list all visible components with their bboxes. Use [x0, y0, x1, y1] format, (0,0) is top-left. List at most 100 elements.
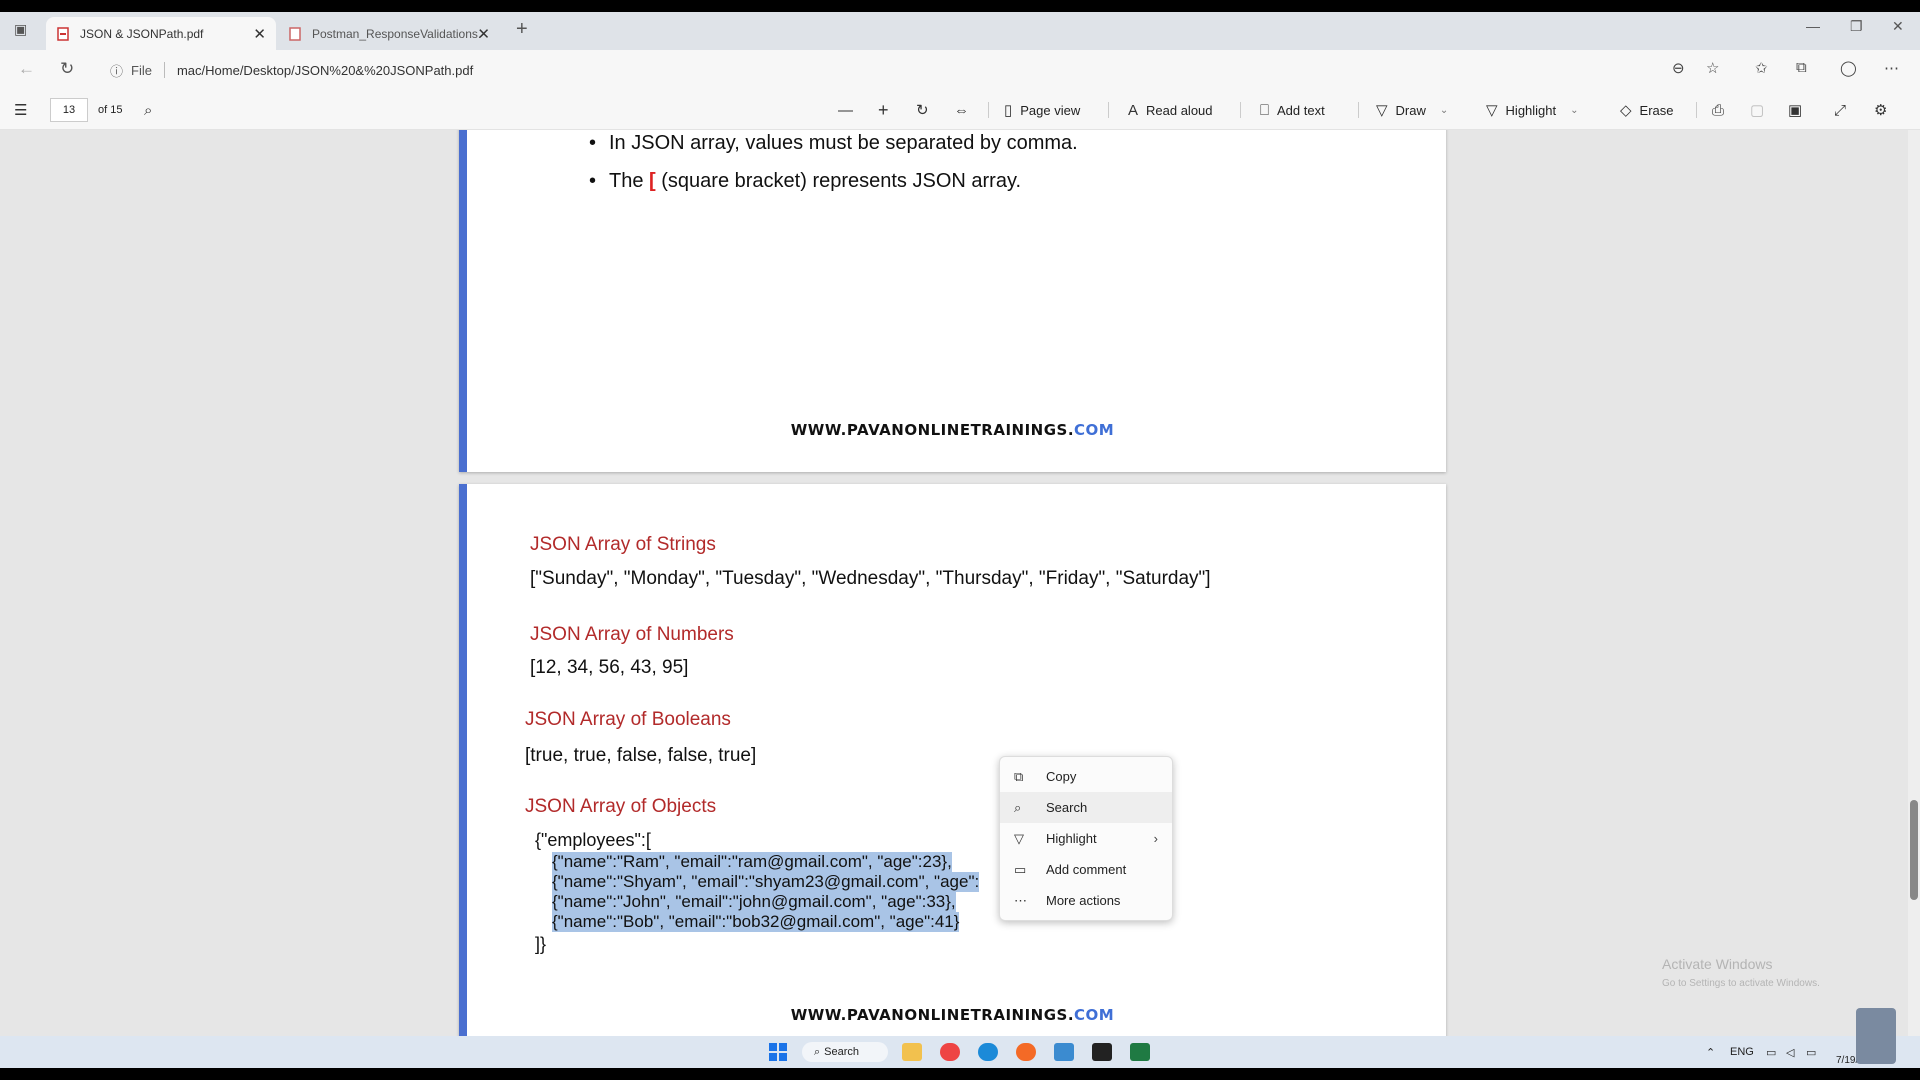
collections-icon[interactable]: ⧉: [1796, 59, 1807, 76]
scrollbar-thumb[interactable]: [1910, 800, 1918, 900]
new-tab-icon[interactable]: +: [516, 18, 528, 41]
close-icon[interactable]: ✕: [253, 25, 266, 43]
url-field[interactable]: ⓘ File mac/Home/Desktop/JSON%20&%20JSONP…: [110, 56, 1660, 84]
footer-url: WWW.PAVANONLINETRAININGS.COM: [790, 421, 1115, 439]
more-icon[interactable]: ⋯: [1884, 59, 1899, 77]
rotate-icon[interactable]: ↻: [916, 90, 937, 130]
highlight-icon: ▽: [1486, 102, 1498, 119]
edge-icon[interactable]: [978, 1042, 998, 1062]
refresh-icon[interactable]: ↻: [60, 59, 74, 79]
pdf-viewer: • In JSON array, values must be separated…: [0, 130, 1920, 1036]
language-indicator[interactable]: ENG: [1730, 1042, 1754, 1062]
heading-objects: JSON Array of Objects: [525, 796, 717, 817]
close-window-icon[interactable]: ✕: [1892, 18, 1904, 35]
save-as-icon[interactable]: ▣: [1788, 90, 1810, 130]
close-icon[interactable]: ✕: [477, 25, 490, 43]
objects-open: {"employees":[: [535, 830, 651, 850]
heading-booleans: JSON Array of Booleans: [525, 709, 731, 730]
tab-actions-icon[interactable]: ▣: [14, 21, 27, 38]
strings-array: ["Sunday", "Monday", "Tuesday", "Wednesd…: [530, 568, 1211, 589]
info-icon: ⓘ: [110, 63, 124, 79]
erase-button[interactable]: ◇ Erase: [1620, 90, 1674, 130]
bullet-item: • In JSON array, values must be separated…: [589, 132, 1078, 154]
minimize-icon[interactable]: —: [1806, 18, 1820, 34]
page-view-icon: ▯: [1004, 102, 1013, 119]
back-icon[interactable]: ←: [18, 59, 35, 79]
object-bob: {"name":"Bob", "email":"bob32@gmail.com"…: [552, 912, 960, 932]
tab-bar: ▣ JSON & JSONPath.pdf ✕ Postman_Response…: [0, 12, 1920, 50]
highlight-button[interactable]: ▽ Highlight ⌄: [1486, 90, 1579, 130]
heading-strings: JSON Array of Strings: [530, 534, 716, 555]
favorites-icon[interactable]: ✩: [1755, 59, 1768, 77]
highlight-icon: ▽: [1014, 830, 1024, 846]
eraser-icon: ◇: [1620, 102, 1632, 119]
menu-item-more-actions[interactable]: ⋯ More actions: [1000, 885, 1172, 916]
profile-icon[interactable]: ◯: [1840, 59, 1857, 77]
page-view-button[interactable]: ▯ Page view: [1004, 90, 1080, 130]
postman-icon[interactable]: [1016, 1042, 1036, 1062]
divider: [1696, 102, 1697, 118]
bracket-symbol: [: [649, 170, 656, 192]
object-shyam: {"name":"Shyam", "email":"shyam23@gmail.…: [552, 872, 980, 892]
add-text-button[interactable]: ⎕ Add text: [1260, 90, 1325, 130]
fit-page-icon[interactable]: ⇔: [954, 90, 977, 130]
save-icon[interactable]: ▢: [1750, 90, 1772, 130]
more-icon: ⋯: [1014, 892, 1027, 908]
pdf-icon: [288, 26, 302, 41]
zoom-in-icon[interactable]: +: [878, 90, 897, 130]
divider: [1108, 102, 1109, 118]
read-aloud-button[interactable]: A͏ Read aloud: [1128, 90, 1213, 130]
tab-postman-pdf[interactable]: Postman_ResponseValidations.p ✕: [278, 17, 500, 50]
menu-item-highlight[interactable]: ▽ Highlight ›: [1000, 823, 1172, 854]
settings-icon[interactable]: ⚙: [1874, 90, 1895, 130]
scrollbar[interactable]: [1908, 130, 1920, 1036]
zoom-icon[interactable]: ⊖: [1672, 59, 1685, 77]
search-icon[interactable]: ⌕: [144, 90, 160, 130]
battery-icon[interactable]: ▭: [1806, 1042, 1816, 1062]
volume-icon[interactable]: ◁: [1786, 1042, 1794, 1062]
activate-windows-title: Activate Windows: [1662, 956, 1773, 972]
activate-windows-subtitle: Go to Settings to activate Windows.: [1662, 978, 1820, 989]
notepad-icon[interactable]: [1054, 1042, 1074, 1062]
favorite-icon[interactable]: ☆: [1706, 59, 1719, 77]
pdf-toolbar: ☰ 13 of 15 ⌕ — + ↻ ⇔ ▯ Page view A͏ Read a…: [0, 90, 1920, 130]
pdf-icon: [56, 26, 70, 41]
chrome-icon[interactable]: [940, 1042, 960, 1062]
chevron-right-icon: ›: [1153, 831, 1158, 846]
zoom-out-icon[interactable]: —: [838, 90, 861, 130]
object-john: {"name":"John", "email":"john@gmail.com"…: [552, 892, 956, 912]
tab-title: Postman_ResponseValidations.p: [312, 26, 482, 41]
menu-item-copy[interactable]: ⧉ Copy: [1000, 761, 1172, 792]
accent-bar: [459, 484, 467, 1036]
network-icon[interactable]: ▭: [1766, 1042, 1776, 1062]
heading-numbers: JSON Array of Numbers: [530, 624, 734, 645]
menu-item-add-comment[interactable]: ▭ Add comment: [1000, 854, 1172, 885]
read-aloud-icon: A͏: [1128, 101, 1139, 119]
file-explorer-icon[interactable]: [902, 1042, 922, 1062]
bullet-item: • The [ (square bracket) represents JSON …: [589, 170, 1022, 192]
excel-icon[interactable]: [1130, 1042, 1150, 1062]
print-icon[interactable]: ⎙: [1712, 90, 1732, 130]
fullscreen-icon[interactable]: ⤢: [1834, 90, 1854, 130]
terminal-icon[interactable]: [1092, 1042, 1112, 1062]
page-number-input[interactable]: 13: [50, 98, 88, 122]
object-ram: {"name":"Ram", "email":"ram@gmail.com", …: [552, 852, 952, 872]
divider: [163, 62, 165, 78]
start-icon[interactable]: [768, 1042, 788, 1062]
file-label: File: [131, 62, 152, 78]
menu-item-search[interactable]: ⌕ Search: [1000, 792, 1172, 823]
footer-url: WWW.PAVANONLINETRAININGS.COM: [790, 1006, 1115, 1024]
restore-icon[interactable]: ❐: [1850, 18, 1863, 35]
presenter-avatar: [1856, 1008, 1896, 1064]
objects-close: ]}: [535, 934, 547, 954]
taskbar: ⌕Search ⌃ ENG ▭ ◁ ▭ 7/19/2022: [0, 1008, 1920, 1068]
search-icon: ⌕: [1014, 799, 1022, 815]
draw-button[interactable]: ▽ Draw ⌄: [1376, 90, 1448, 130]
chevron-up-icon[interactable]: ⌃: [1706, 1042, 1715, 1062]
taskbar-search[interactable]: ⌕ Search: [802, 1042, 888, 1062]
divider: [988, 102, 989, 118]
tab-json-pdf[interactable]: JSON & JSONPath.pdf ✕: [46, 17, 276, 50]
pdf-page-13: JSON Array of Strings ["Sunday", "Monday…: [459, 484, 1446, 1036]
contents-icon[interactable]: ☰: [14, 90, 35, 130]
comment-icon: ▭: [1014, 861, 1027, 877]
